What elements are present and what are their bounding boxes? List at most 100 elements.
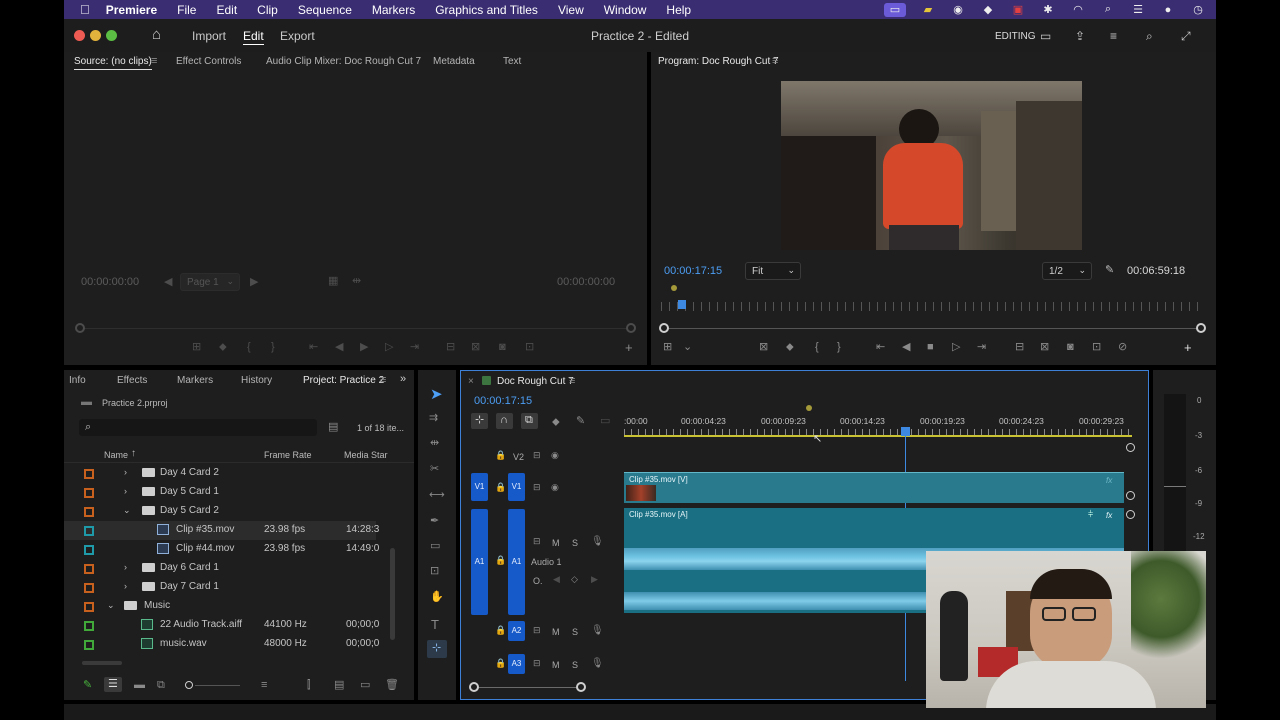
chevron-right-icon[interactable]: › [124,562,127,572]
add-marker-icon[interactable]: ⬥ [786,342,794,353]
a1-solo-button[interactable]: S [572,538,578,548]
tab-effect-controls[interactable]: Effect Controls [176,56,241,67]
drag-video-icon[interactable]: ⇹ [352,276,361,287]
more-panels-icon[interactable]: » [400,374,406,385]
a2-lock-icon[interactable]: 🔒 [495,626,506,635]
step-forward-icon[interactable]: ▷ [952,342,960,353]
menu-markers[interactable]: Markers [372,3,415,17]
add-marker-icon[interactable]: ⬥ [552,417,560,428]
menu-sequence[interactable]: Sequence [298,3,352,17]
list-view-button[interactable]: ☰ [104,677,122,692]
video-fx-badge[interactable]: fx [1106,476,1112,485]
vertical-zoom-handle-audio[interactable] [1126,510,1135,519]
wrench-icon[interactable]: ✎ [1105,265,1114,276]
project-vertical-scrollbar[interactable] [390,548,395,640]
chevron-right-icon[interactable]: › [124,486,127,496]
a2-mute-button[interactable]: M [552,627,560,637]
a2-solo-button[interactable]: S [572,627,578,637]
snap-button[interactable]: ∩ [496,413,513,429]
source-step-back-icon[interactable]: ◀ [335,342,343,353]
pencil-icon[interactable]: ✎ [83,680,92,691]
track-a1-name[interactable]: Audio 1 [531,557,562,567]
timeline-zoom-bar[interactable] [477,687,583,688]
battery-icon[interactable]: ▰ [920,4,936,16]
hand-tool-icon[interactable]: ✋ [430,592,444,603]
remix-tool-icon[interactable]: ⊡ [430,566,439,577]
label-color[interactable] [84,583,94,593]
a2-sync-icon[interactable]: ⊟ [533,626,541,635]
program-playhead[interactable] [678,300,686,309]
tab-sequence[interactable]: Doc Rough Cut 7 [497,376,574,387]
list-item[interactable]: Clip #44.mov 23.98 fps 14:49:0 [64,540,394,559]
tab-project[interactable]: Project: Practice 2 [303,375,384,386]
program-panel-menu-icon[interactable]: ≡ [772,56,778,67]
vr-icon[interactable]: ⊘ [1118,342,1127,353]
a3-solo-button[interactable]: S [572,660,578,670]
tab-markers[interactable]: Markers [177,375,213,386]
source-overwrite-icon[interactable]: ⊠ [471,342,480,353]
source-mark-in-icon[interactable]: { [247,342,251,353]
list-item-selected[interactable]: Clip #35.mov 23.98 fps 14:28:3 [64,521,379,540]
project-horizontal-scrollbar[interactable] [82,661,122,665]
list-item[interactable]: › Day 6 Card 1 [64,559,394,578]
a2-mic-icon[interactable]: 🎙 [591,626,604,636]
next-page-icon[interactable]: ▶ [250,277,258,288]
find-icon[interactable]: ▤ [334,680,344,691]
a1-volume-label[interactable]: O. [533,576,543,586]
trash-icon[interactable]: 🗑 [385,680,399,691]
source-export-frame-icon[interactable]: ◙ [499,342,506,353]
menu-file[interactable]: File [177,3,196,17]
siri-icon[interactable]: ● [1160,4,1176,16]
audio-effects-icon[interactable]: ⫩ [1088,510,1093,519]
close-sequence-icon[interactable]: × [468,377,474,387]
label-color[interactable] [84,469,94,479]
chevron-right-icon[interactable]: › [124,467,127,477]
tab-source[interactable]: Source: (no clips) [74,56,152,70]
insert-icon[interactable]: ⊟ [1015,342,1024,353]
track-a2-target[interactable]: A2 [508,621,525,641]
close-window-button[interactable] [74,30,85,41]
program-add-button-icon[interactable]: + [1184,341,1192,354]
a1-lock-icon[interactable]: 🔒 [495,556,506,565]
v2-lock-icon[interactable]: 🔒 [495,451,506,460]
project-panel-menu-icon[interactable]: ≡ [380,375,386,386]
label-color[interactable] [84,507,94,517]
nav-export[interactable]: Export [280,29,315,43]
panel-layout-icon[interactable]: ▭ [1040,29,1051,43]
razor-tool-icon[interactable]: ✂ [430,464,439,475]
timeline-playhead-head[interactable] [901,427,910,436]
source-scrub-bar[interactable] [80,328,632,329]
list-item[interactable]: ⌄ Music [64,597,394,616]
tab-audio-clip-mixer[interactable]: Audio Clip Mixer: Doc Rough Cut 7 [266,56,421,67]
program-zoom-start-handle[interactable] [659,323,669,333]
chevron-down-icon[interactable]: ⌄ [683,342,692,353]
prev-keyframe-icon[interactable]: ◀ [553,575,560,584]
step-back-icon[interactable]: ◀ [902,342,910,353]
goto-out-icon[interactable]: ⇥ [977,342,986,353]
timeline-timecode[interactable]: 00:00:17:15 [474,395,532,407]
list-item[interactable]: › Day 4 Card 2 [64,464,394,483]
source-goto-in-icon[interactable]: ⇤ [309,342,318,353]
new-bin-icon[interactable]: ▭ [360,680,370,691]
clock-icon[interactable]: ◷ [1190,4,1206,16]
menu-graphics[interactable]: Graphics and Titles [435,3,538,17]
zoom-slider-track[interactable] [195,685,240,686]
apple-icon[interactable]:  [80,2,90,17]
safe-margins-icon[interactable]: ⊞ [663,342,672,353]
a3-mic-icon[interactable]: 🎙 [591,659,604,669]
source-patch-a1[interactable]: A1 [471,509,488,615]
menu-view[interactable]: View [558,3,584,17]
video-clip[interactable]: Clip #35.mov [V] fx [624,472,1124,503]
label-color[interactable] [84,640,94,650]
search-icon[interactable]: ⌕ [1100,3,1116,16]
label-color[interactable] [84,488,94,498]
source-add-button-icon[interactable]: + [625,341,633,354]
menu-edit[interactable]: Edit [216,3,237,17]
column-frame-rate[interactable]: Frame Rate [264,450,312,460]
source-scrub-start-handle[interactable] [75,323,85,333]
v2-sync-icon[interactable]: ⊟ [533,451,541,460]
source-step-forward-icon[interactable]: ▷ [385,342,393,353]
label-color[interactable] [84,602,94,612]
rectangle-tool-icon[interactable]: ▭ [430,541,440,552]
selection-tool-icon[interactable]: ➤ [430,387,443,402]
